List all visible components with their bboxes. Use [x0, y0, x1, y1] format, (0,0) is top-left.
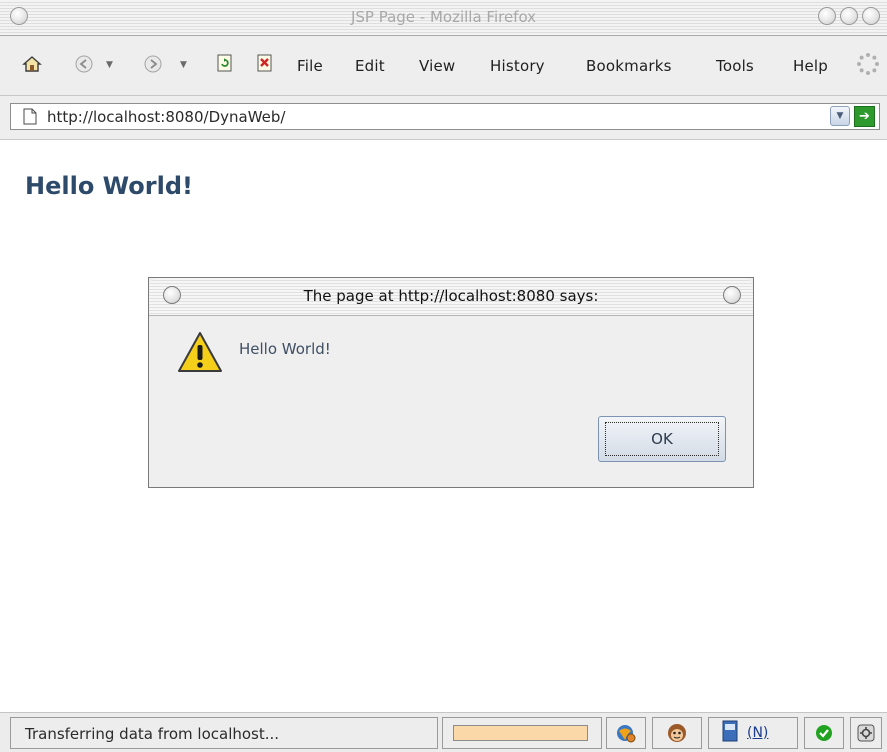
ok-button-label: OK: [605, 422, 719, 456]
status-text-panel: Transferring data from localhost...: [10, 717, 438, 749]
check-icon[interactable]: [804, 717, 844, 749]
back-icon[interactable]: [74, 54, 94, 74]
menu-history[interactable]: History: [490, 57, 545, 75]
address-url[interactable]: http://localhost:8080/DynaWeb/: [47, 108, 285, 126]
status-text: Transferring data from localhost...: [25, 725, 280, 743]
menu-edit[interactable]: Edit: [355, 57, 385, 75]
menu-file[interactable]: File: [297, 57, 323, 75]
forward-dropdown-icon[interactable]: ▼: [180, 60, 187, 70]
greasemonkey-icon[interactable]: [652, 717, 702, 749]
window-title: JSP Page - Mozilla Firefox: [350, 8, 537, 26]
extension-icon[interactable]: [850, 717, 882, 749]
back-dropdown-icon[interactable]: ▼: [106, 60, 113, 70]
ok-button[interactable]: OK: [598, 416, 726, 462]
page-content: Hello World! The page at http://localhos…: [0, 140, 887, 712]
dialog-title: The page at http://localhost:8080 says:: [303, 287, 599, 305]
alert-dialog: The page at http://localhost:8080 says: …: [148, 277, 754, 488]
page-icon: [23, 108, 37, 129]
page-heading: Hello World!: [25, 172, 193, 200]
progress-panel: [442, 717, 602, 749]
dialog-title-bar: The page at http://localhost:8080 says:: [149, 278, 753, 316]
close-button[interactable]: [862, 7, 880, 25]
menu-view[interactable]: View: [419, 57, 455, 75]
notebook-icon[interactable]: [721, 720, 739, 746]
dialog-close-button[interactable]: [723, 286, 741, 304]
notebook-status-panel: (N): [708, 717, 798, 749]
menu-help[interactable]: Help: [793, 57, 828, 75]
navigation-bar: http://localhost:8080/DynaWeb/ ▼ ➔: [0, 96, 887, 140]
dialog-message: Hello World!: [239, 340, 331, 358]
forward-icon[interactable]: [143, 54, 163, 74]
stop-icon[interactable]: [256, 54, 274, 72]
maximize-button[interactable]: [840, 7, 858, 25]
security-icon[interactable]: [606, 717, 646, 749]
toolbar: ▼ ▼ File Edit View History Bookmarks Too…: [0, 36, 887, 96]
throbber-icon: [856, 52, 880, 76]
window-title-bar: JSP Page - Mozilla Firefox: [0, 0, 887, 36]
menu-tools[interactable]: Tools: [716, 57, 754, 75]
status-n-link[interactable]: (N): [747, 725, 768, 741]
progress-bar-fill: [454, 726, 587, 740]
address-bar[interactable]: http://localhost:8080/DynaWeb/ ▼ ➔: [10, 103, 880, 130]
warning-icon: [176, 330, 224, 378]
home-icon[interactable]: [22, 54, 42, 74]
chevron-down-icon[interactable]: ▼: [830, 106, 850, 126]
go-arrow-icon[interactable]: ➔: [854, 106, 875, 127]
reload-icon[interactable]: [216, 54, 234, 72]
minimize-button[interactable]: [818, 7, 836, 25]
progress-bar: [453, 725, 588, 741]
status-bar: Transferring data from localhost... (N): [0, 712, 887, 752]
menu-bookmarks[interactable]: Bookmarks: [586, 57, 672, 75]
